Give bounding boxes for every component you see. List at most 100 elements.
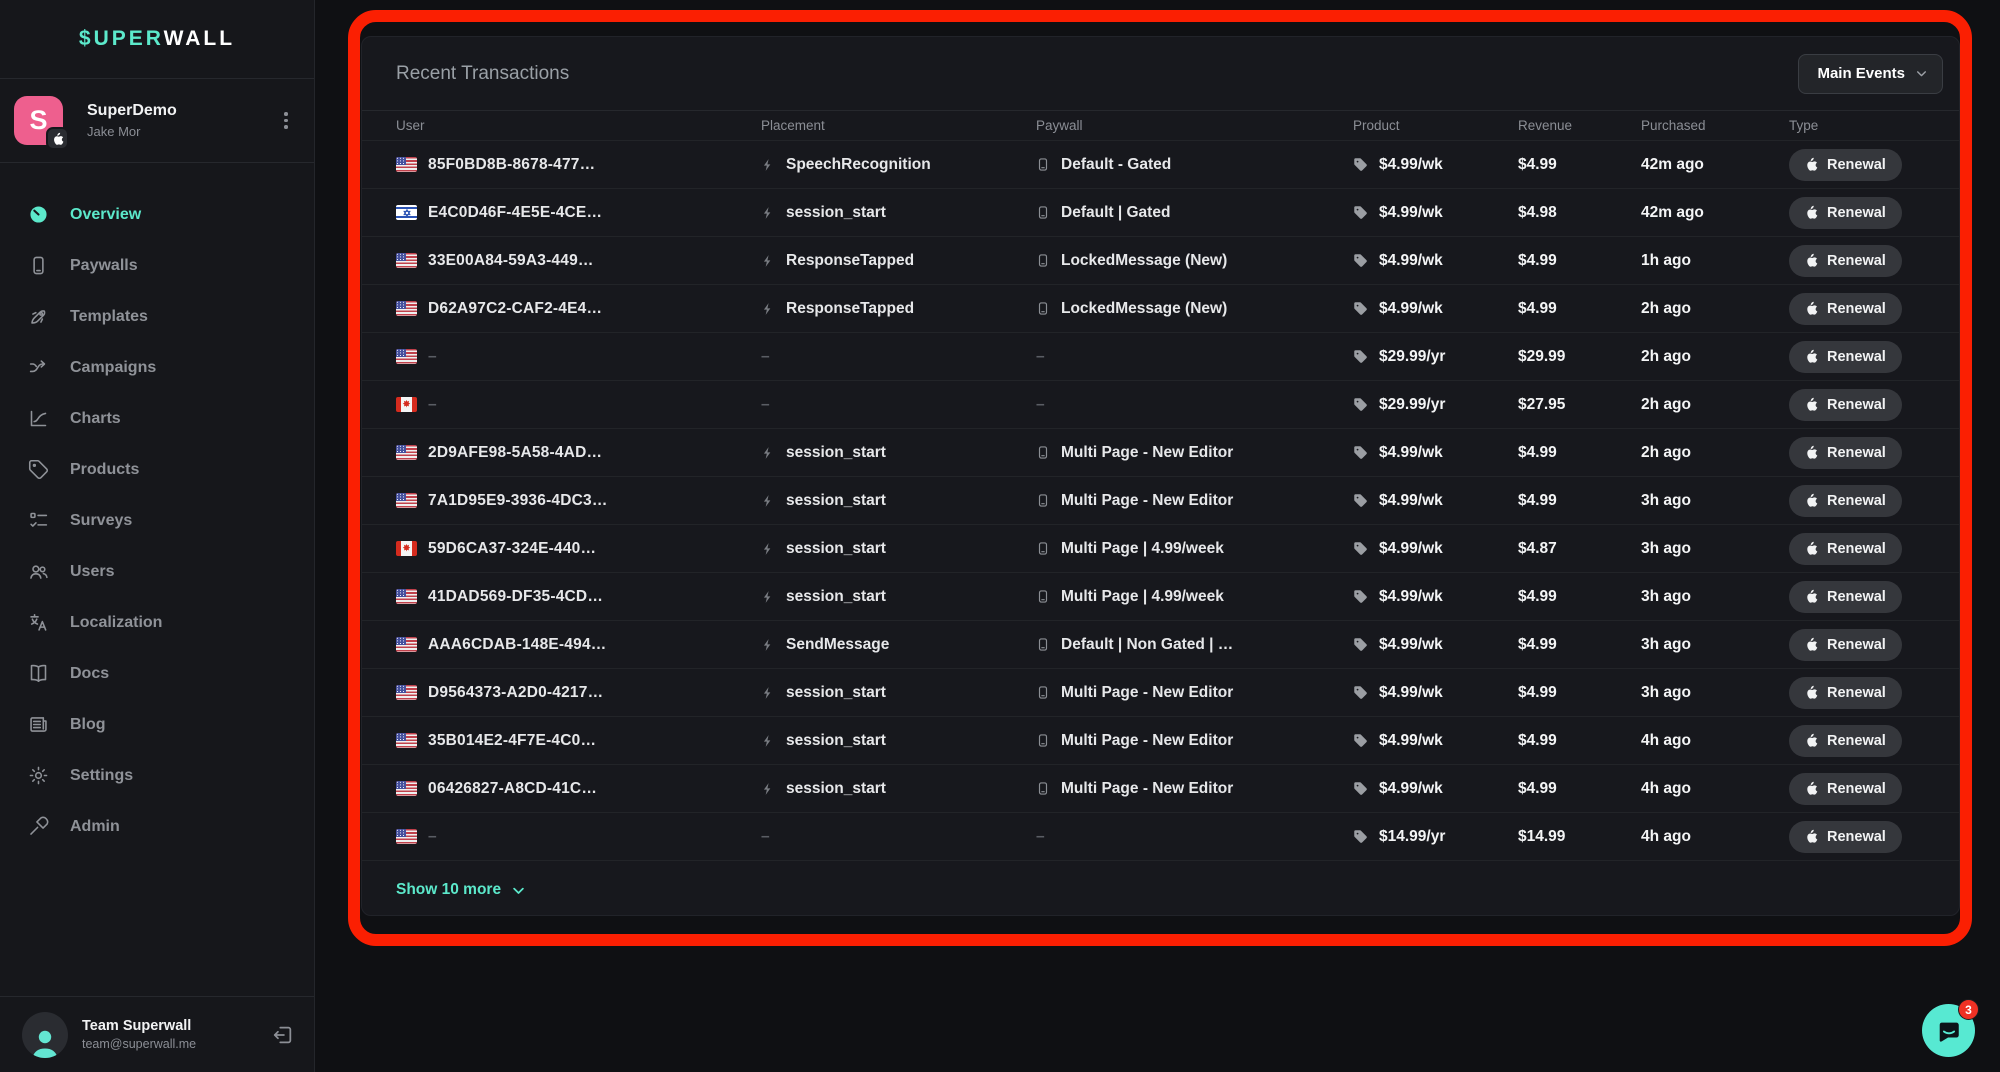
table-row[interactable]: –––$29.99/yr$27.952h agoRenewal bbox=[362, 381, 1959, 429]
cell-placement: session_start bbox=[761, 732, 1036, 750]
paywall-name: Default - Gated bbox=[1061, 156, 1171, 174]
cell-revenue: $27.95 bbox=[1518, 396, 1641, 414]
transaction-type-label: Renewal bbox=[1827, 685, 1886, 701]
purchased-time: 42m ago bbox=[1641, 204, 1704, 222]
placement-name: – bbox=[761, 396, 770, 414]
cell-purchased: 2h ago bbox=[1641, 300, 1789, 318]
cell-paywall: Multi Page - New Editor bbox=[1036, 684, 1353, 702]
gear-icon bbox=[28, 765, 49, 786]
apple-icon bbox=[1805, 205, 1818, 220]
paywall-name: – bbox=[1036, 396, 1045, 414]
country-flag-il bbox=[396, 205, 417, 220]
cell-type: Renewal bbox=[1789, 197, 1935, 229]
sidebar-item-label: Blog bbox=[70, 716, 106, 734]
cell-user: – bbox=[396, 828, 761, 846]
sidebar-item-overview[interactable]: Overview bbox=[0, 189, 314, 240]
cell-product: $4.99/wk bbox=[1353, 732, 1518, 750]
product-price: $4.99/wk bbox=[1379, 540, 1443, 558]
revenue-value: $4.99 bbox=[1518, 732, 1557, 750]
product-price: $4.99/wk bbox=[1379, 252, 1443, 270]
sidebar-item-blog[interactable]: Blog bbox=[0, 699, 314, 750]
sidebar-item-settings[interactable]: Settings bbox=[0, 750, 314, 801]
sidebar-item-templates[interactable]: Templates bbox=[0, 291, 314, 342]
product-price: $4.99/wk bbox=[1379, 300, 1443, 318]
table-row[interactable]: –––$14.99/yr$14.994h agoRenewal bbox=[362, 813, 1959, 861]
table-row[interactable]: 59D6CA37-324E-440…session_startMulti Pag… bbox=[362, 525, 1959, 573]
cell-purchased: 42m ago bbox=[1641, 204, 1789, 222]
brand-logo[interactable]: $UPERWALL bbox=[0, 0, 314, 79]
sidebar-item-surveys[interactable]: Surveys bbox=[0, 495, 314, 546]
cell-placement: SendMessage bbox=[761, 636, 1036, 654]
revenue-value: $29.99 bbox=[1518, 348, 1565, 366]
cell-placement: ResponseTapped bbox=[761, 252, 1036, 270]
apple-icon bbox=[1805, 493, 1818, 508]
transaction-type-badge: Renewal bbox=[1789, 533, 1902, 565]
table-row[interactable]: 06426827-A8CD-41C…session_startMulti Pag… bbox=[362, 765, 1959, 813]
country-flag-us bbox=[396, 637, 417, 652]
sidebar-item-paywalls[interactable]: Paywalls bbox=[0, 240, 314, 291]
table-row[interactable]: D62A97C2-CAF2-4E4…ResponseTappedLockedMe… bbox=[362, 285, 1959, 333]
product-price: $4.99/wk bbox=[1379, 156, 1443, 174]
cell-product: $4.99/wk bbox=[1353, 780, 1518, 798]
cell-product: $4.99/wk bbox=[1353, 636, 1518, 654]
show-more-button[interactable]: Show 10 more bbox=[362, 861, 1959, 899]
country-flag-us bbox=[396, 301, 417, 316]
app-menu-kebab-icon[interactable] bbox=[276, 112, 296, 129]
placement-name: session_start bbox=[786, 444, 886, 462]
cell-revenue: $4.99 bbox=[1518, 684, 1641, 702]
tag-icon bbox=[28, 459, 49, 480]
table-row[interactable]: E4C0D46F-4E5E-4CE…session_startDefault |… bbox=[362, 189, 1959, 237]
table-row[interactable]: 33E00A84-59A3-449…ResponseTappedLockedMe… bbox=[362, 237, 1959, 285]
cell-revenue: $4.99 bbox=[1518, 588, 1641, 606]
cell-user: 06426827-A8CD-41C… bbox=[396, 780, 761, 798]
cell-placement: session_start bbox=[761, 588, 1036, 606]
purchased-time: 42m ago bbox=[1641, 156, 1704, 174]
cell-purchased: 4h ago bbox=[1641, 828, 1789, 846]
paywall-name: Multi Page - New Editor bbox=[1061, 732, 1233, 750]
sidebar-item-charts[interactable]: Charts bbox=[0, 393, 314, 444]
chat-launcher-button[interactable]: 3 bbox=[1922, 1004, 1975, 1057]
revenue-value: $4.99 bbox=[1518, 684, 1557, 702]
table-row[interactable]: 35B014E2-4F7E-4C0…session_startMulti Pag… bbox=[362, 717, 1959, 765]
paywall-name: – bbox=[1036, 348, 1045, 366]
team-account-row[interactable]: Team Superwall team@superwall.me bbox=[0, 996, 314, 1072]
app-owner: Jake Mor bbox=[87, 124, 252, 139]
table-row[interactable]: 41DAD569-DF35-4CD…session_startMulti Pag… bbox=[362, 573, 1959, 621]
sidebar-item-users[interactable]: Users bbox=[0, 546, 314, 597]
cell-purchased: 42m ago bbox=[1641, 156, 1789, 174]
table-row[interactable]: D9564373-A2D0-4217…session_startMulti Pa… bbox=[362, 669, 1959, 717]
table-row[interactable]: AAA6CDAB-148E-494…SendMessageDefault | N… bbox=[362, 621, 1959, 669]
cell-type: Renewal bbox=[1789, 725, 1935, 757]
cell-product: $4.99/wk bbox=[1353, 588, 1518, 606]
transaction-type-label: Renewal bbox=[1827, 157, 1886, 173]
cell-purchased: 3h ago bbox=[1641, 684, 1789, 702]
paywall-name: Multi Page - New Editor bbox=[1061, 684, 1233, 702]
event-filter-dropdown[interactable]: Main Events bbox=[1798, 54, 1943, 94]
purchased-time: 2h ago bbox=[1641, 348, 1691, 366]
sidebar-item-admin[interactable]: Admin bbox=[0, 801, 314, 852]
cell-product: $4.99/wk bbox=[1353, 492, 1518, 510]
placement-bolt-icon bbox=[761, 493, 775, 509]
transaction-type-badge: Renewal bbox=[1789, 437, 1902, 469]
table-row[interactable]: 2D9AFE98-5A58-4AD…session_startMulti Pag… bbox=[362, 429, 1959, 477]
sidebar-item-docs[interactable]: Docs bbox=[0, 648, 314, 699]
product-price: $4.99/wk bbox=[1379, 204, 1443, 222]
sidebar-item-campaigns[interactable]: Campaigns bbox=[0, 342, 314, 393]
table-row[interactable]: 85F0BD8B-8678-477…SpeechRecognitionDefau… bbox=[362, 141, 1959, 189]
table-row[interactable]: –––$29.99/yr$29.992h agoRenewal bbox=[362, 333, 1959, 381]
apple-icon bbox=[1805, 445, 1818, 460]
cell-paywall: Multi Page | 4.99/week bbox=[1036, 588, 1353, 606]
transaction-type-label: Renewal bbox=[1827, 541, 1886, 557]
table-row[interactable]: 7A1D95E9-3936-4DC3…session_startMulti Pa… bbox=[362, 477, 1959, 525]
newspaper-icon bbox=[28, 714, 49, 735]
placement-name: SendMessage bbox=[786, 636, 889, 654]
cell-paywall: – bbox=[1036, 396, 1353, 414]
cell-user: – bbox=[396, 348, 761, 366]
cell-user: 59D6CA37-324E-440… bbox=[396, 540, 761, 558]
sidebar-item-localization[interactable]: Localization bbox=[0, 597, 314, 648]
apple-icon bbox=[1805, 253, 1818, 268]
placement-name: session_start bbox=[786, 732, 886, 750]
sidebar-item-products[interactable]: Products bbox=[0, 444, 314, 495]
app-switcher[interactable]: S SuperDemo Jake Mor bbox=[0, 79, 314, 163]
logout-icon[interactable] bbox=[272, 1024, 294, 1046]
